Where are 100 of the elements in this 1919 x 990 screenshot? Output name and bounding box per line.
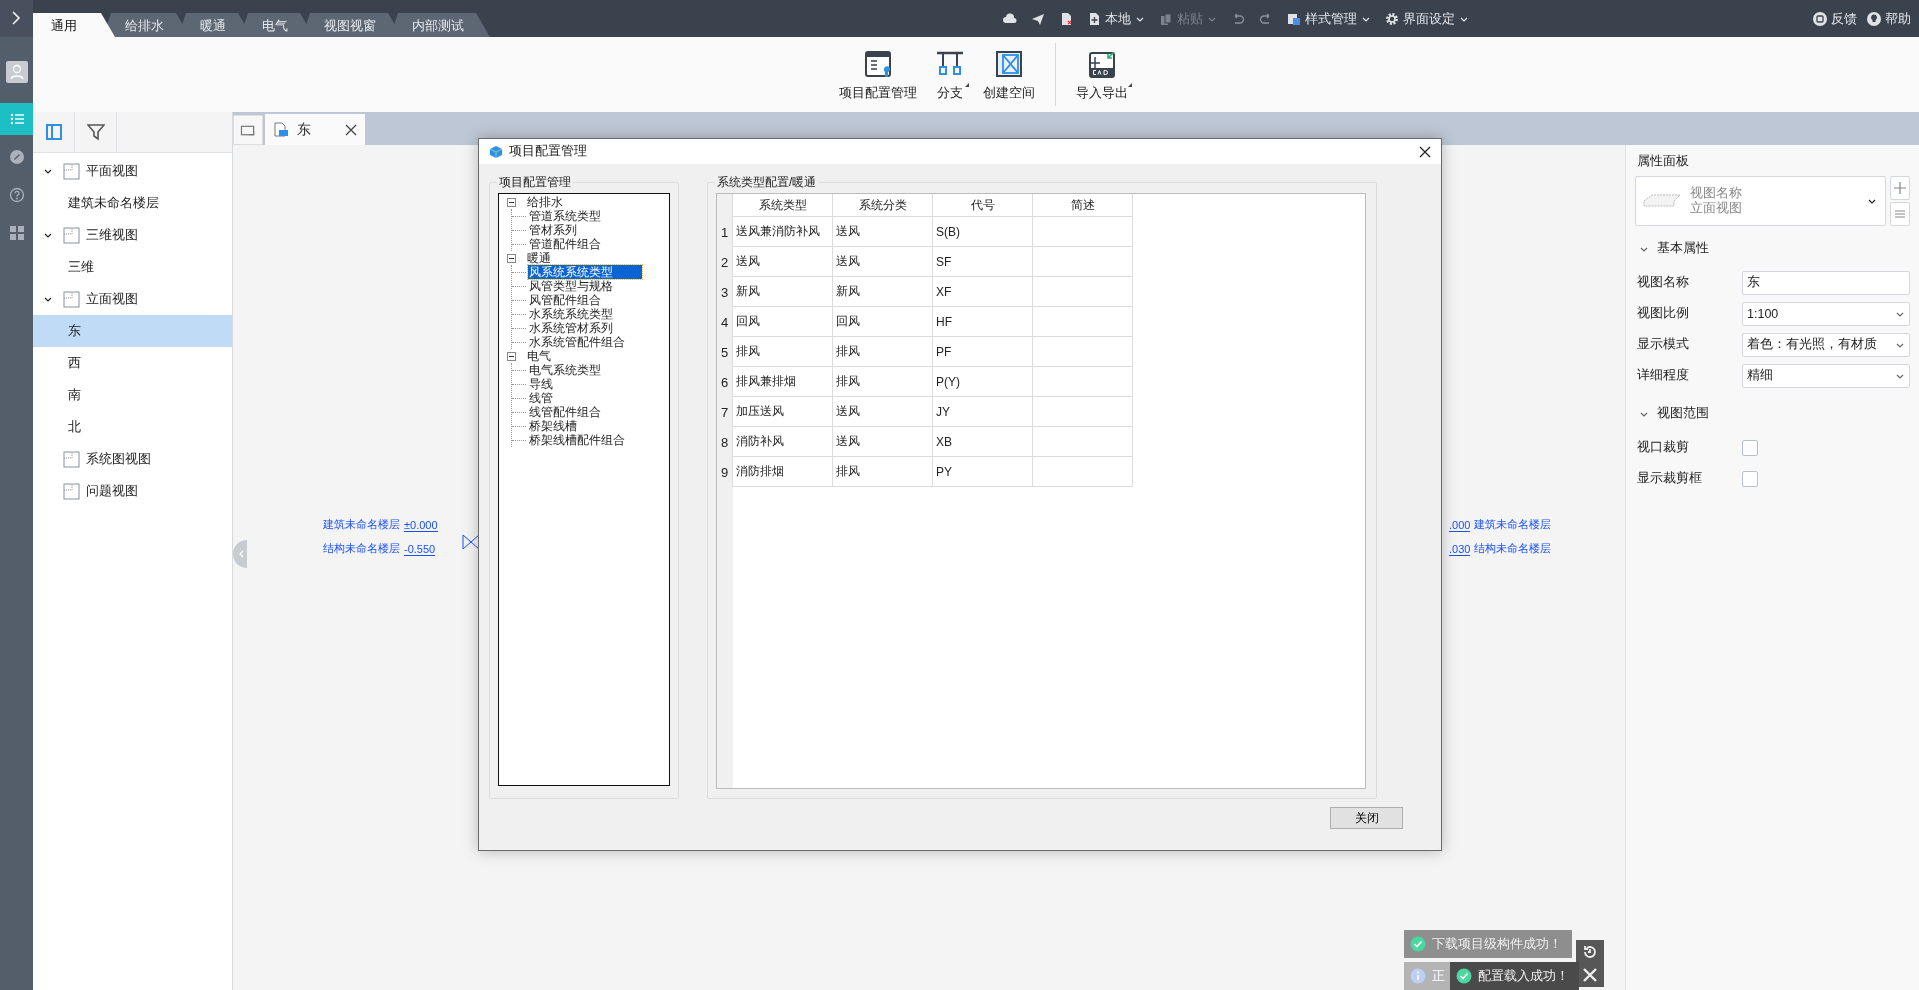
tree-item[interactable]: 管道系统类型	[528, 209, 602, 224]
dropdown-field[interactable]: 精细	[1742, 363, 1910, 388]
tree-item[interactable]: 风系统系统类型	[528, 265, 642, 280]
tree-item[interactable]: 管材系列	[528, 223, 578, 238]
tree-item[interactable]: 管道配件组合	[528, 237, 602, 252]
table-cell[interactable]: PY	[933, 457, 1033, 488]
table-cell[interactable]: 送风	[833, 397, 933, 428]
table-cell[interactable]	[1033, 307, 1133, 338]
tree-item[interactable]: 北	[33, 411, 232, 443]
tree-item[interactable]: 线管配件组合	[528, 405, 602, 420]
collapse-toggle[interactable]	[507, 197, 516, 207]
dropdown-field[interactable]: 1:100	[1742, 301, 1910, 326]
table-cell[interactable]	[1033, 217, 1133, 248]
table-cell[interactable]: 消防排烟	[733, 457, 833, 488]
table-cell[interactable]	[1033, 277, 1133, 308]
dropdown-button[interactable]: 样式管理	[1287, 9, 1371, 28]
dropdown-button[interactable]: 界面设定	[1385, 9, 1469, 28]
tree-item[interactable]: 暖通	[526, 251, 552, 266]
tree-item[interactable]: 系统图视图	[33, 443, 232, 475]
tree-item[interactable]: 风管配件组合	[528, 293, 602, 308]
checkbox[interactable]	[1742, 439, 1758, 456]
table-cell[interactable]: XB	[933, 427, 1033, 458]
table-cell[interactable]: 新风	[833, 277, 933, 308]
table-cell[interactable]	[1033, 367, 1133, 398]
table-cell[interactable]: 送风	[833, 217, 933, 248]
history-icon[interactable]	[1581, 943, 1599, 961]
tree-item[interactable]: 三维视图	[33, 219, 232, 251]
checkbox[interactable]	[1742, 470, 1758, 487]
help-link[interactable]: 反馈	[1813, 9, 1857, 28]
cloud-icon[interactable]	[1003, 11, 1017, 26]
tree-item[interactable]: 水系统系统类型	[528, 307, 614, 322]
section-header[interactable]: 基本属性	[1639, 240, 1910, 257]
menu-tab[interactable]: 通用	[33, 13, 115, 37]
help-link[interactable]: 帮助	[1867, 9, 1911, 28]
table-cell[interactable]: 排风	[833, 457, 933, 488]
tree-item[interactable]: 电气	[526, 349, 552, 364]
tree-item[interactable]: 导线	[528, 377, 554, 392]
document-tab[interactable]: 东	[265, 114, 365, 145]
table-cell[interactable]: 排风	[833, 367, 933, 398]
tree-item[interactable]: 三维	[33, 251, 232, 283]
table-cell[interactable]	[1033, 247, 1133, 278]
table-cell[interactable]: 送风	[833, 247, 933, 278]
close-button[interactable]: 关闭	[1330, 807, 1403, 830]
dropdown-button[interactable]: 本地	[1087, 9, 1145, 28]
table-cell[interactable]: PF	[933, 337, 1033, 368]
tree-item[interactable]: 桥架线槽配件组合	[528, 433, 626, 448]
expand-icon[interactable]	[0, 0, 33, 37]
table-cell[interactable]	[1033, 457, 1133, 488]
table-cell[interactable]: 送风	[833, 427, 933, 458]
table-cell[interactable]: 排风兼排烟	[733, 367, 833, 398]
table-cell[interactable]: 新风	[733, 277, 833, 308]
tree-item[interactable]: 南	[33, 379, 232, 411]
text-field[interactable]: 东	[1742, 270, 1910, 295]
close-icon[interactable]	[1419, 145, 1431, 158]
table-cell[interactable]: 加压送风	[733, 397, 833, 428]
tree-item[interactable]: 水系统管配件组合	[528, 335, 626, 350]
tree-item[interactable]: 立面视图	[33, 283, 232, 315]
user-avatar-icon[interactable]	[5, 61, 28, 83]
table-cell[interactable]	[1033, 397, 1133, 428]
table-cell[interactable]: SF	[933, 247, 1033, 278]
tree-item[interactable]: 给排水	[526, 195, 564, 210]
document-icon[interactable]	[1059, 11, 1073, 26]
collapse-toggle[interactable]	[507, 351, 516, 361]
table-cell[interactable]: 送风	[733, 247, 833, 278]
table-cell[interactable]: 送风兼消防补风	[733, 217, 833, 248]
send-icon[interactable]	[1031, 11, 1045, 26]
table-cell[interactable]	[1033, 337, 1133, 368]
ribbon-button[interactable]: 导入导出	[1055, 43, 1132, 106]
ribbon-button[interactable]: 创建空间	[979, 43, 1039, 106]
ribbon-button[interactable]: 项目配置管理	[835, 43, 921, 106]
dropdown-field[interactable]: 着色：有光照，有材质	[1742, 332, 1910, 357]
tree-item[interactable]: 西	[33, 347, 232, 379]
table-cell[interactable]	[1033, 427, 1133, 458]
collapse-toggle[interactable]	[507, 253, 516, 263]
table-cell[interactable]: S(B)	[933, 217, 1033, 248]
tree-item[interactable]: 东	[33, 315, 232, 347]
table-cell[interactable]: 回风	[733, 307, 833, 338]
table-cell[interactable]: 消防补风	[733, 427, 833, 458]
column-header[interactable]: 代号	[933, 194, 1033, 218]
table-cell[interactable]: 排风	[733, 337, 833, 368]
table-cell[interactable]: JY	[933, 397, 1033, 428]
tree-item[interactable]: 水系统管材系列	[528, 321, 614, 336]
adjust-icon[interactable]	[1890, 202, 1910, 226]
tree-item[interactable]: 桥架线槽	[528, 419, 578, 434]
ribbon-button[interactable]: 分支	[931, 43, 969, 106]
table-cell[interactable]: XF	[933, 277, 1033, 308]
table-cell[interactable]: HF	[933, 307, 1033, 338]
tree-item[interactable]: 建筑未命名楼层	[33, 187, 232, 219]
column-header[interactable]: 简述	[1033, 194, 1133, 218]
tree-item[interactable]: 风管类型与规格	[528, 279, 614, 294]
section-header[interactable]: 视图范围	[1639, 405, 1910, 422]
type-selector[interactable]: 视图名称 立面视图	[1635, 176, 1886, 226]
table-cell[interactable]: 排风	[833, 337, 933, 368]
collapse-handle-icon[interactable]	[233, 540, 247, 568]
add-icon[interactable]	[1890, 176, 1910, 200]
table-cell[interactable]: P(Y)	[933, 367, 1033, 398]
close-icon[interactable]	[345, 123, 357, 136]
tree-item[interactable]: 电气系统类型	[528, 363, 602, 378]
tree-view[interactable]: 给排水 管道系统类型 管材系列 管道配件组合 暖通 风系统系统类型 风管类型与规格 风管配件组合 水系统系统类型 水系统管材系列 水系统管配件组合 电气 电气系统类型 导线 线管 线管配件组合 桥架线槽 桥架线槽配件组合	[498, 193, 670, 787]
tree-item[interactable]: 问题视图	[33, 475, 232, 507]
